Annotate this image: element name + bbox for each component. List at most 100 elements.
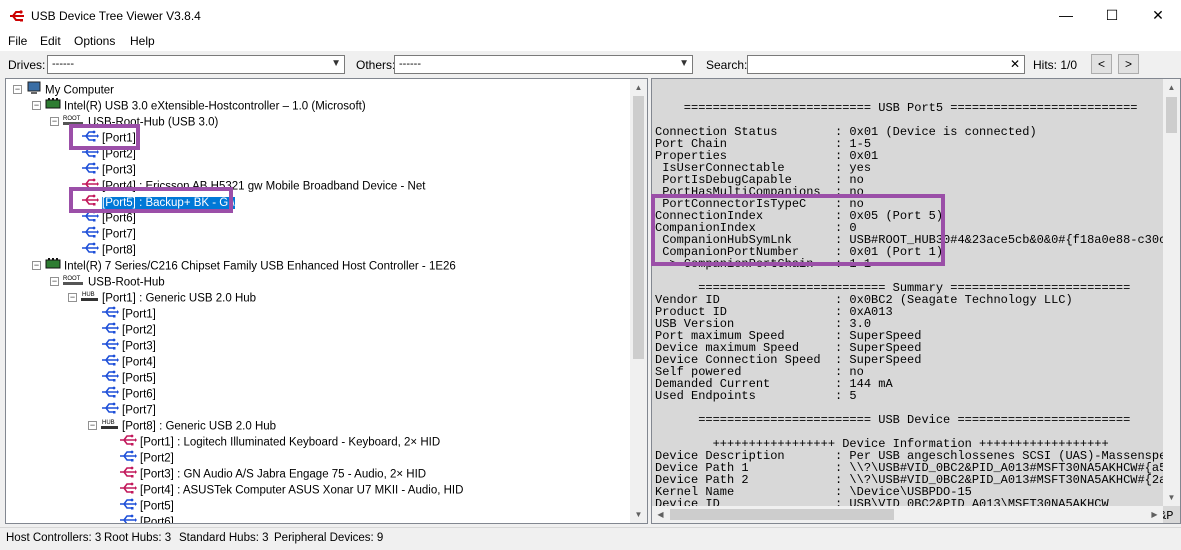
tree-item-label: [Port6]	[122, 388, 156, 401]
tree-item[interactable]: HUB [Port1] : Generic USB 2.0 Hub	[81, 289, 256, 305]
tree-item[interactable]: [Port3]	[81, 161, 136, 177]
controller-icon	[45, 257, 61, 276]
tree-item-label: [Port3] : GN Audio A/S Jabra Engage 75 -…	[140, 468, 427, 481]
scroll-right-icon[interactable]: ▶	[1146, 506, 1163, 523]
toolbar: Drives: ------ ▼ Others: ------ ▼ Search…	[0, 51, 1181, 78]
close-button[interactable]: ✕	[1135, 0, 1181, 31]
hub-icon: HUB	[101, 417, 119, 436]
minimize-button[interactable]: —	[1043, 0, 1089, 31]
hits-counter: Hits: 1/0	[1033, 58, 1078, 72]
highlight-box-port1	[69, 124, 140, 150]
tree-item[interactable]: [Port1]	[101, 305, 156, 321]
scroll-down-icon[interactable]: ▼	[630, 506, 647, 523]
tree-item-label: Intel(R) 7 Series/C216 Chipset Family US…	[64, 260, 456, 273]
search-label: Search:	[706, 58, 748, 72]
tree-item-label: [Port7]	[102, 228, 136, 241]
detail-line: ======================== USB Device ====…	[655, 413, 1131, 427]
window-title: USB Device Tree Viewer V3.8.4	[31, 9, 201, 23]
tree-item[interactable]: [Port5]	[101, 369, 156, 385]
menu-bar: File Edit Options Help	[0, 31, 1181, 51]
usb-app-icon	[10, 10, 24, 22]
scroll-thumb[interactable]	[1166, 97, 1177, 133]
tree-item[interactable]: My Computer	[26, 81, 114, 97]
previous-hit-button[interactable]: <	[1091, 54, 1112, 74]
tree-expander[interactable]: −	[50, 277, 59, 286]
title-bar: USB Device Tree Viewer V3.8.4 — ☐ ✕	[0, 0, 1181, 31]
tree-item-label: [Port2]	[102, 148, 136, 161]
status-root-hubs: Root Hubs: 3	[104, 532, 172, 544]
computer-icon	[26, 81, 42, 100]
tree-item[interactable]: [Port1] : Logitech Illuminated Keyboard …	[119, 433, 440, 449]
tree-expander[interactable]: −	[68, 293, 77, 302]
tree-item-label: USB-Root-Hub	[88, 276, 165, 289]
tree-vertical-scrollbar[interactable]: ▲ ▼	[630, 79, 647, 523]
usb-port-icon	[119, 513, 137, 523]
search-input[interactable]: ✕	[747, 55, 1025, 74]
svg-text:ROOT: ROOT	[63, 116, 81, 122]
tree-item[interactable]: Intel(R) USB 3.0 eXtensible-Hostcontroll…	[45, 97, 366, 113]
details-horizontal-scrollbar[interactable]: ◀ ▶	[652, 506, 1163, 523]
chevron-down-icon: ▼	[679, 58, 689, 69]
tree-expander[interactable]: −	[32, 261, 41, 270]
status-peripheral-devices: Peripheral Devices: 9	[274, 532, 384, 544]
detail-line: Used Endpoints : 5	[655, 389, 857, 403]
tree-item[interactable]: [Port2]	[119, 449, 174, 465]
tree-item-label: [Port2]	[122, 324, 156, 337]
next-hit-button[interactable]: >	[1118, 54, 1139, 74]
tree-item-label: [Port6]	[102, 212, 136, 225]
clear-icon[interactable]: ✕	[1010, 57, 1020, 71]
tree-item[interactable]: [Port6]	[119, 513, 174, 523]
scroll-thumb[interactable]	[670, 509, 894, 520]
tree-item[interactable]: [Port3] : GN Audio A/S Jabra Engage 75 -…	[119, 465, 426, 481]
tree-expander[interactable]: −	[13, 85, 22, 94]
status-bar: Host Controllers: 3 Root Hubs: 3 Standar…	[0, 527, 1181, 550]
status-standard-hubs: Standard Hubs: 3	[179, 532, 269, 544]
tree-item-label: [Port8]	[102, 244, 136, 257]
scroll-down-icon[interactable]: ▼	[1163, 489, 1180, 506]
chevron-down-icon: ▼	[331, 58, 341, 69]
drives-label: Drives:	[8, 58, 46, 72]
tree-item[interactable]: [Port7]	[101, 401, 156, 417]
maximize-button[interactable]: ☐	[1089, 0, 1135, 31]
tree-item-label: [Port4]	[122, 356, 156, 369]
tree-expander[interactable]: −	[88, 421, 97, 430]
tree-item[interactable]: [Port4]	[101, 353, 156, 369]
status-host-controllers: Host Controllers: 3	[6, 532, 102, 544]
tree-item[interactable]: ROOT USB-Root-Hub	[63, 273, 165, 289]
scroll-thumb[interactable]	[633, 96, 644, 359]
tree-item[interactable]: [Port2]	[101, 321, 156, 337]
scroll-up-icon[interactable]: ▲	[1163, 79, 1180, 96]
port-details-panel[interactable]: ========================== USB Port5 ===…	[651, 78, 1181, 524]
details-vertical-scrollbar[interactable]: ▲ ▼	[1163, 79, 1180, 506]
tree-item-label: [Port4] : ASUSTek Computer ASUS Xonar U7…	[140, 484, 464, 497]
scroll-left-icon[interactable]: ◀	[652, 506, 669, 523]
menu-options[interactable]: Options	[74, 34, 115, 48]
tree-item[interactable]: [Port4] : ASUSTek Computer ASUS Xonar U7…	[119, 481, 463, 497]
tree-expander[interactable]: −	[50, 117, 59, 126]
tree-item-label: [Port1] : Generic USB 2.0 Hub	[102, 292, 257, 305]
tree-item-label: Intel(R) USB 3.0 eXtensible-Hostcontroll…	[64, 100, 366, 113]
scroll-up-icon[interactable]: ▲	[630, 79, 647, 96]
highlight-box-companion-info	[651, 194, 945, 266]
tree-item[interactable]: [Port5]	[119, 497, 174, 513]
tree-item[interactable]: HUB [Port8] : Generic USB 2.0 Hub	[101, 417, 276, 433]
tree-item-label: [Port3]	[102, 164, 136, 177]
others-combo[interactable]: ------ ▼	[394, 55, 693, 74]
tree-item[interactable]: [Port6]	[101, 385, 156, 401]
highlight-box-port5	[69, 187, 233, 213]
drives-value: ------	[52, 58, 74, 70]
drives-combo[interactable]: ------ ▼	[47, 55, 345, 74]
menu-file[interactable]: File	[8, 34, 27, 48]
svg-text:HUB: HUB	[82, 292, 95, 298]
tree-item-label: [Port1]	[122, 308, 156, 321]
tree-expander[interactable]: −	[32, 101, 41, 110]
tree-item[interactable]: Intel(R) 7 Series/C216 Chipset Family US…	[45, 257, 456, 273]
tree-item[interactable]: [Port8]	[81, 241, 136, 257]
tree-item-label: [Port5]	[122, 372, 156, 385]
menu-edit[interactable]: Edit	[40, 34, 61, 48]
tree-item[interactable]: [Port7]	[81, 225, 136, 241]
tree-item-label: My Computer	[45, 84, 115, 97]
others-value: ------	[399, 58, 421, 70]
tree-item[interactable]: [Port3]	[101, 337, 156, 353]
menu-help[interactable]: Help	[130, 34, 155, 48]
